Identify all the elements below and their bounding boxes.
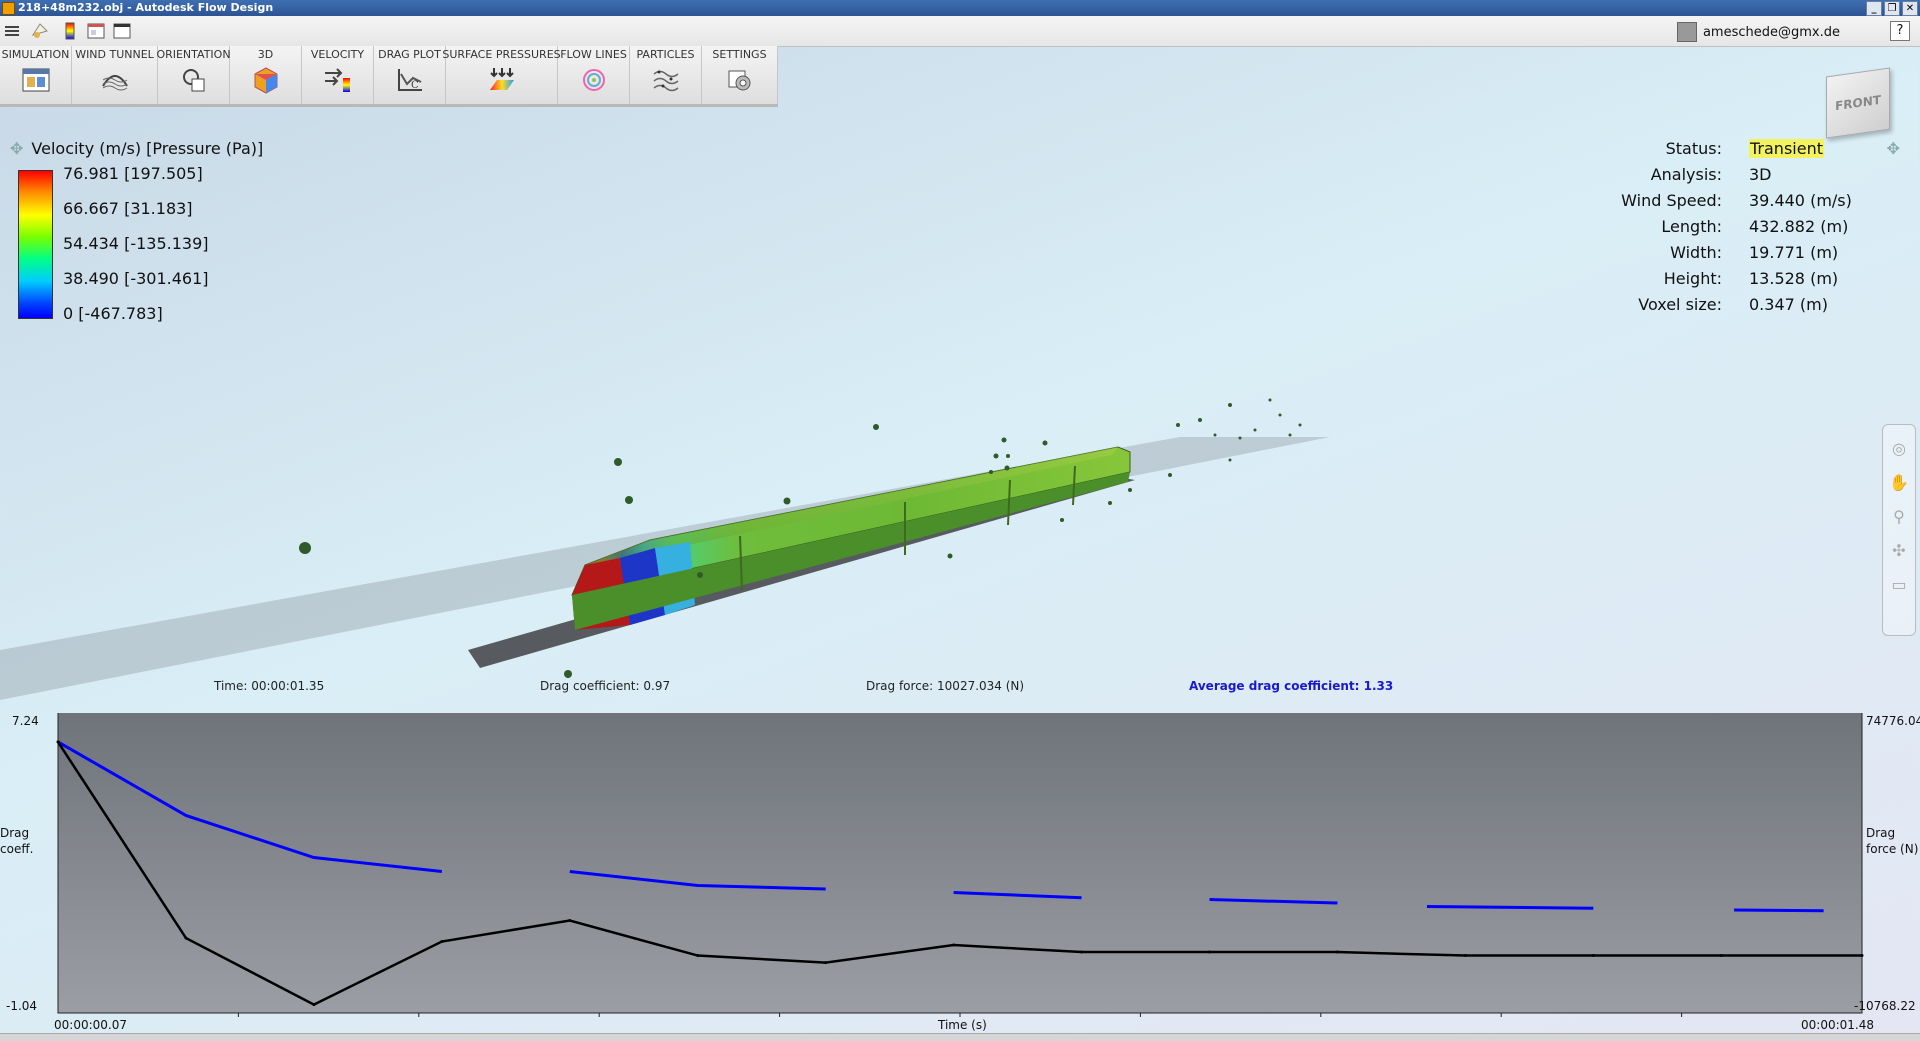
analysis-label: Analysis: — [1650, 165, 1722, 184]
y-right-min: -10768.22 — [1854, 999, 1916, 1013]
legend-tick: 38.490 [-301.461] — [63, 269, 209, 288]
legend-tick: 54.434 [-135.139] — [63, 234, 209, 253]
average-drag-readout: Average drag coefficient: 1.33 — [1189, 679, 1394, 693]
drag-coefficient-point — [568, 919, 572, 923]
x-start-label: 00:00:00.07 — [54, 1018, 127, 1032]
y-left-label: Drag — [0, 826, 30, 840]
drag-coefficient-point — [1207, 950, 1211, 954]
drag-coefficient-point — [1335, 950, 1339, 954]
plot-axes — [57, 713, 1863, 1014]
width-value: 19.771 (m) — [1749, 243, 1839, 262]
wind-speed-label: Wind Speed: — [1621, 191, 1722, 210]
drag-coefficient-point — [824, 961, 828, 965]
y-right-max: 74776.04 — [1866, 714, 1920, 728]
legend-ticks: 76.981 [197.505] 66.667 [31.183] 54.434 … — [63, 164, 209, 339]
drag-coefficient-point — [440, 940, 444, 944]
drag-coefficient-point — [952, 943, 956, 947]
drag-coefficient-point — [184, 936, 188, 940]
legend-tick: 76.981 [197.505] — [63, 164, 203, 183]
drag-coefficient-point — [56, 740, 60, 744]
navigation-bar: ◎ ✋ ⚲ ✣ ▭ — [1882, 424, 1916, 636]
drag-coefficient-point — [1463, 954, 1467, 958]
average-drag-segment — [57, 740, 442, 873]
y-right-label-2: force (N) — [1866, 842, 1919, 856]
y-left-min: -1.04 — [6, 999, 38, 1013]
x-axis-label: Time (s) — [938, 1018, 987, 1032]
drag-coefficient-line — [56, 741, 1862, 1006]
x-end-label: 00:00:01.48 — [1801, 1018, 1874, 1032]
drag-plot-panel: 7.24 -1.04 Drag coeff. 74776.04 -10768.2… — [0, 710, 1920, 1040]
time-readout: Time: 00:00:01.35 — [214, 679, 325, 693]
width-label: Width: — [1670, 243, 1722, 262]
length-label: Length: — [1661, 217, 1722, 236]
average-drag-segment — [1734, 908, 1824, 913]
move-info-icon[interactable]: ✥ — [1887, 139, 1900, 158]
train-model — [571, 446, 1131, 630]
wind-speed-value: 39.440 (m/s) — [1749, 191, 1852, 210]
legend-title: Velocity (m/s) [Pressure (Pa)] — [31, 139, 264, 158]
move-legend-icon[interactable]: ✥ — [10, 139, 23, 158]
drag-coefficient-point — [312, 1003, 316, 1007]
steering-wheel-icon[interactable]: ◎ — [1889, 439, 1909, 459]
legend-header: ✥ Velocity (m/s) [Pressure (Pa)] — [10, 139, 263, 158]
y-left-label-2: coeff. — [0, 842, 34, 856]
average-drag-segment — [1426, 905, 1594, 910]
zoom-icon[interactable]: ⚲ — [1889, 507, 1909, 527]
fit-view-icon[interactable]: ▭ — [1889, 575, 1909, 595]
drag-coefficient-readout: Drag coefficient: 0.97 — [540, 679, 671, 693]
y-left-max: 7.24 — [12, 714, 39, 728]
legend-tick: 66.667 [31.183] — [63, 199, 193, 218]
drag-force-readout: Drag force: 10027.034 (N) — [866, 679, 1025, 693]
voxel-size-label: Voxel size: — [1638, 295, 1722, 314]
view-cube[interactable]: FRONT — [1826, 67, 1890, 139]
analysis-value: 3D — [1749, 165, 1772, 184]
status-badge: Transient — [1749, 139, 1824, 158]
color-scale-bar — [18, 170, 53, 319]
average-drag-segment — [1209, 898, 1338, 905]
legend-tick: 0 [-467.783] — [63, 304, 163, 323]
drag-coefficient-point — [1860, 954, 1864, 958]
info-panel: Status: Transient Analysis: 3D Wind Speed:… — [1522, 139, 1852, 321]
drag-coefficient-point — [1080, 950, 1084, 954]
length-value: 432.882 (m) — [1749, 217, 1849, 236]
status-label: Status: — [1665, 139, 1722, 158]
drag-coefficient-point — [1591, 954, 1595, 958]
height-value: 13.528 (m) — [1749, 269, 1839, 288]
average-drag-segment — [953, 891, 1082, 900]
height-label: Height: — [1663, 269, 1722, 288]
3d-viewport[interactable] — [0, 0, 1920, 710]
drag-coefficient-point — [696, 954, 700, 958]
average-drag-segment — [569, 870, 826, 891]
pan-hand-icon[interactable]: ✋ — [1889, 473, 1909, 493]
y-right-label: Drag — [1866, 826, 1896, 840]
view-cube-face: FRONT — [1835, 92, 1881, 114]
drag-plot-chart — [56, 713, 1864, 1017]
drag-coefficient-point — [1719, 954, 1723, 958]
voxel-size-value: 0.347 (m) — [1749, 295, 1828, 314]
orbit-icon[interactable]: ✣ — [1889, 541, 1909, 561]
